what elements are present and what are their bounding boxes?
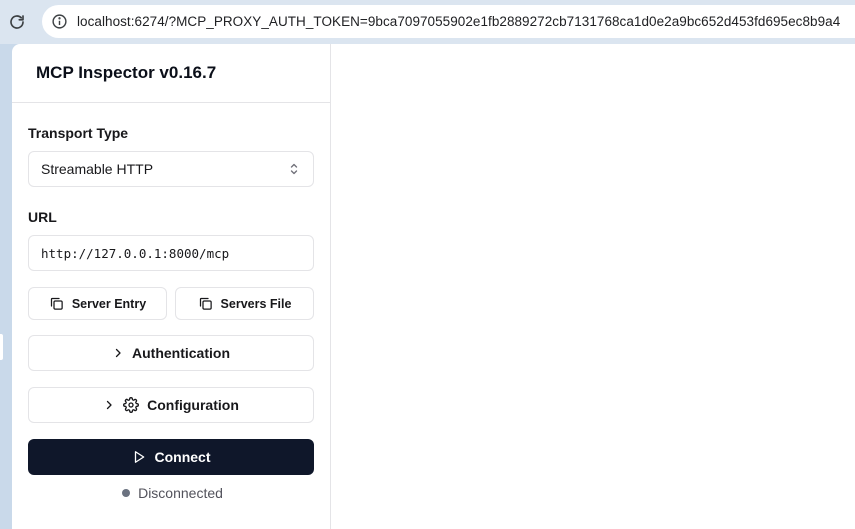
- side-panel-handle[interactable]: [0, 334, 3, 360]
- chevron-right-icon: [103, 399, 115, 411]
- copy-icon: [49, 296, 64, 311]
- configuration-toggle[interactable]: Configuration: [28, 387, 314, 423]
- gear-icon: [123, 397, 140, 413]
- connection-status: Disconnected: [12, 485, 331, 501]
- connect-button[interactable]: Connect: [28, 439, 314, 475]
- status-dot-icon: [122, 489, 131, 497]
- chevron-up-down-icon: [289, 162, 299, 176]
- address-bar[interactable]: localhost:6274/?MCP_PROXY_AUTH_TOKEN=9bc…: [42, 5, 855, 38]
- chevron-right-icon: [112, 347, 124, 359]
- reload-icon[interactable]: [6, 11, 28, 33]
- server-entry-label: Server Entry: [71, 296, 147, 311]
- authentication-toggle[interactable]: Authentication: [28, 335, 314, 371]
- browser-toolbar: localhost:6274/?MCP_PROXY_AUTH_TOKEN=9bc…: [0, 0, 855, 44]
- browser-side-panel-edge: [0, 44, 11, 529]
- play-icon: [132, 450, 146, 464]
- servers-file-label: Servers File: [220, 296, 292, 311]
- connect-label: Connect: [154, 449, 211, 465]
- site-info-icon[interactable]: [50, 13, 68, 31]
- sidebar: MCP Inspector v0.16.7 Transport Type Str…: [12, 44, 331, 529]
- copy-icon: [198, 296, 213, 311]
- app-title: MCP Inspector v0.16.7: [36, 63, 217, 82]
- url-input-value: http://127.0.0.1:8000/mcp: [41, 245, 230, 261]
- server-entry-button[interactable]: Server Entry: [28, 287, 167, 320]
- url-input[interactable]: http://127.0.0.1:8000/mcp: [28, 235, 314, 271]
- transport-type-value: Streamable HTTP: [41, 161, 154, 177]
- configuration-label: Configuration: [147, 397, 239, 413]
- status-text: Disconnected: [138, 485, 223, 501]
- main-content: [331, 44, 855, 529]
- address-bar-url[interactable]: localhost:6274/?MCP_PROXY_AUTH_TOKEN=9bc…: [77, 14, 840, 29]
- sidebar-header: MCP Inspector v0.16.7: [12, 44, 330, 103]
- url-label: URL: [28, 209, 57, 225]
- servers-file-button[interactable]: Servers File: [175, 287, 314, 320]
- transport-type-select[interactable]: Streamable HTTP: [28, 151, 314, 187]
- transport-type-label: Transport Type: [28, 125, 129, 141]
- authentication-label: Authentication: [132, 345, 230, 361]
